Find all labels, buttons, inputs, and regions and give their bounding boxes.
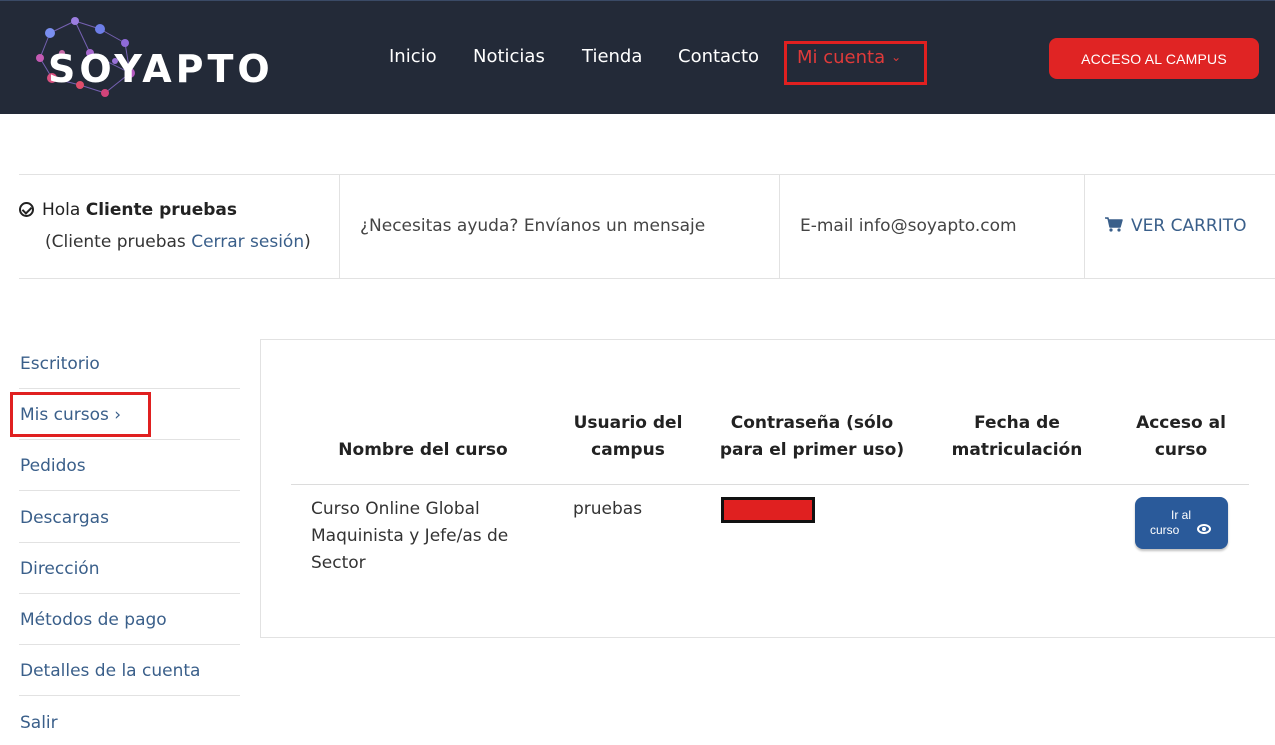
go-to-course-label: Ir al <box>1171 508 1192 522</box>
header-line: Fecha de <box>974 413 1060 433</box>
logo-text: SOYAPTO <box>48 47 274 91</box>
sidebar-item-label: Dirección <box>20 559 100 579</box>
cart-cell: VER CARRITO <box>1085 175 1275 278</box>
greeting-sub-prefix: (Cliente pruebas <box>45 232 186 252</box>
logo[interactable]: SOYAPTO <box>30 13 270 105</box>
account-infobar: Hola Cliente pruebas (Cliente pruebas Ce… <box>19 174 1275 279</box>
header-line: Nombre del curso <box>338 440 508 460</box>
header-line: Contraseña (sólo <box>730 413 894 433</box>
sidebar-item-label: Descargas <box>20 508 109 528</box>
nav-tienda[interactable]: Tienda <box>582 46 642 67</box>
header-line: para el primer uso) <box>719 440 905 460</box>
chevron-down-icon: ⌄ <box>891 50 902 64</box>
check-circle-icon <box>19 202 34 217</box>
password-redaction <box>721 497 815 523</box>
nav-mi-cuenta[interactable]: Mi cuenta ⌄ <box>797 47 901 68</box>
course-name-line: Sector <box>311 553 366 573</box>
header-line: campus <box>591 440 665 460</box>
sidebar-item-label: Métodos de pago <box>20 610 167 630</box>
sidebar-item-label: Detalles de la cuenta <box>20 661 201 681</box>
sidebar-item-descargas[interactable]: Descargas <box>19 492 240 543</box>
nav-contacto[interactable]: Contacto <box>678 46 759 67</box>
course-name-line: Maquinista y Jefe/as de <box>311 526 509 546</box>
table-cell-campus-user: pruebas <box>573 499 643 519</box>
email-cell: E-mail info@soyapto.com <box>780 175 1085 278</box>
help-link[interactable]: ¿Necesitas ayuda? Envíanos un mensaje <box>360 216 705 236</box>
greeting-sub: (Cliente pruebas Cerrar sesión) <box>45 232 311 252</box>
help-cell: ¿Necesitas ayuda? Envíanos un mensaje <box>340 175 780 278</box>
go-to-course-label: curso <box>1150 523 1180 537</box>
logout-link[interactable]: Cerrar sesión <box>191 232 304 252</box>
sidebar-item-salir[interactable]: Salir <box>19 697 240 745</box>
site-header: SOYAPTO Inicio Noticias Tienda Contacto … <box>0 0 1275 114</box>
view-cart-link[interactable]: VER CARRITO <box>1105 216 1247 236</box>
sidebar-item-detalles-cuenta[interactable]: Detalles de la cuenta <box>19 645 240 696</box>
courses-panel <box>260 339 1275 638</box>
table-cell-course-name: Curso Online Global Maquinista y Jefe/as… <box>311 496 551 577</box>
sidebar-item-pedidos[interactable]: Pedidos <box>19 440 240 491</box>
sidebar-item-label: Salir <box>20 713 58 733</box>
campus-access-button[interactable]: ACCESO AL CAMPUS <box>1049 38 1259 79</box>
course-name-line: Curso Online Global <box>311 499 480 519</box>
greeting-sub-suffix: ) <box>304 232 311 252</box>
nav-noticias[interactable]: Noticias <box>473 46 545 67</box>
column-header-password: Contraseña (sólo para el primer uso) <box>712 410 912 464</box>
column-header-course-name: Nombre del curso <box>323 437 523 464</box>
header-line: Acceso al <box>1136 413 1226 433</box>
header-line: curso <box>1154 440 1208 460</box>
sidebar-item-escritorio[interactable]: Escritorio <box>19 338 240 389</box>
header-line: Usuario del <box>573 413 683 433</box>
table-header-divider <box>291 484 1249 485</box>
sidebar-item-direccion[interactable]: Dirección <box>19 543 240 594</box>
column-header-course-access: Acceso al curso <box>1116 410 1246 464</box>
user-name: Cliente pruebas <box>85 200 238 220</box>
view-cart-label: VER CARRITO <box>1131 216 1247 236</box>
highlight-box <box>10 392 151 437</box>
sidebar-item-label: Escritorio <box>20 354 100 374</box>
greeting-cell: Hola Cliente pruebas (Cliente pruebas Ce… <box>19 175 340 278</box>
cart-icon <box>1105 217 1123 232</box>
greeting: Hola Cliente pruebas <box>19 200 237 220</box>
eye-icon <box>1197 524 1211 534</box>
email-info[interactable]: E-mail info@soyapto.com <box>800 216 1017 236</box>
sidebar-item-metodos-de-pago[interactable]: Métodos de pago <box>19 594 240 645</box>
sidebar-item-label: Pedidos <box>20 456 86 476</box>
nav-inicio[interactable]: Inicio <box>389 46 437 67</box>
column-header-enrollment-date: Fecha de matriculación <box>942 410 1092 464</box>
greeting-prefix: Hola <box>42 200 81 220</box>
column-header-campus-user: Usuario del campus <box>558 410 698 464</box>
go-to-course-button[interactable]: Ir al curso <box>1135 497 1228 549</box>
header-line: matriculación <box>951 440 1083 460</box>
nav-mi-cuenta-label: Mi cuenta <box>797 47 886 68</box>
